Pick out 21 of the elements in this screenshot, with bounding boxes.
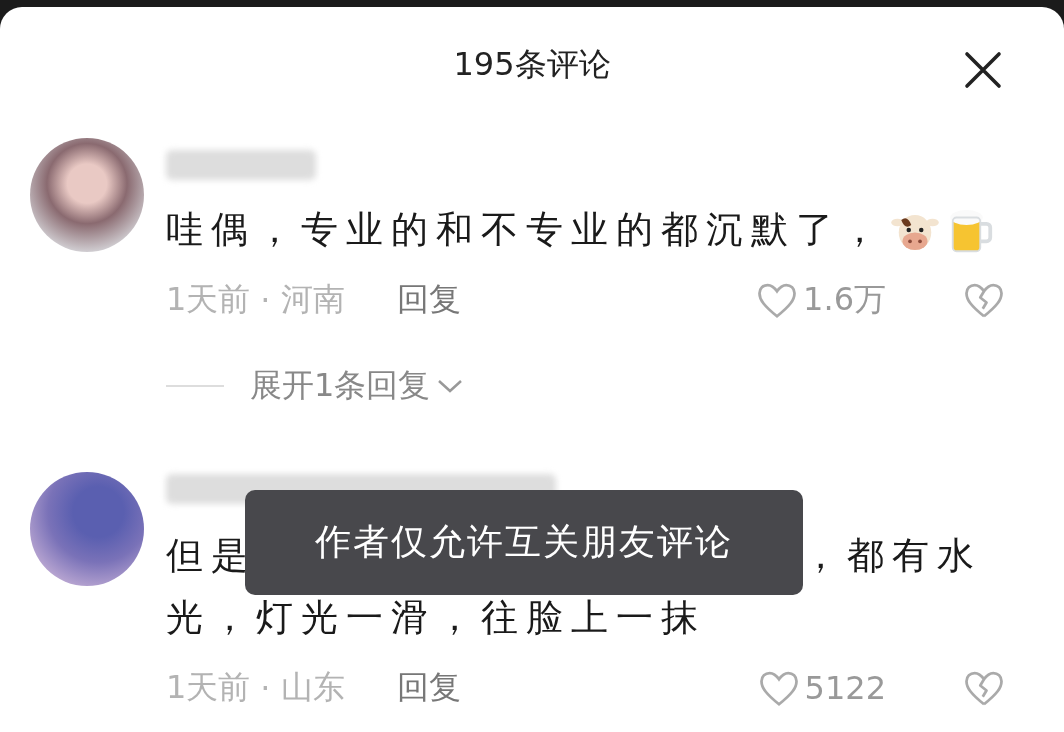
reply-link[interactable]: 回复 xyxy=(396,278,461,322)
like-count: 1.6万 xyxy=(803,279,886,320)
comment-text: ，都有水 xyxy=(802,533,982,579)
comment-time: 1天前 xyxy=(166,667,251,708)
reply-link[interactable]: 回复 xyxy=(396,666,461,710)
heart-icon[interactable] xyxy=(757,281,798,319)
separator-dot: · xyxy=(260,281,271,319)
sheet-title: 195条评论 xyxy=(453,43,611,85)
comment-location: 河南 xyxy=(280,279,345,320)
toast-message: 作者仅允许互关朋友评论 xyxy=(245,490,803,595)
dislike-icon[interactable] xyxy=(964,281,1004,319)
close-icon[interactable] xyxy=(964,51,1002,89)
expand-replies-link[interactable]: 展开1条回复 xyxy=(250,364,431,408)
separator-dot: · xyxy=(260,669,271,707)
comment-text: 光，灯光一滑，往脸上一抹 xyxy=(166,595,706,641)
comment-location: 山东 xyxy=(280,667,345,708)
comment-text: 哇偶，专业的和不专业的都沉默了， xyxy=(166,207,886,253)
heart-icon[interactable] xyxy=(758,669,799,707)
comment-time: 1天前 xyxy=(166,279,251,320)
like-count: 5122 xyxy=(804,669,886,707)
dislike-icon[interactable] xyxy=(964,669,1004,707)
